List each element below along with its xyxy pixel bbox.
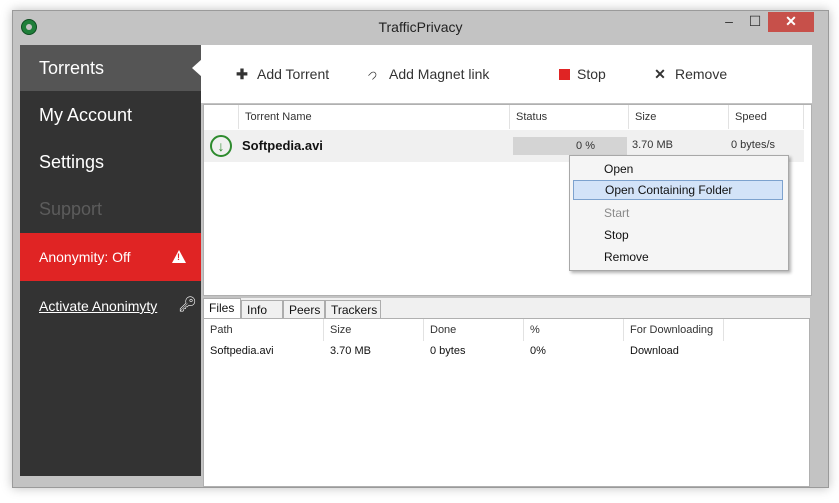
tab-peers[interactable]: Peers [283,300,325,318]
remove-button[interactable]: ✕ Remove [653,64,727,84]
torrent-name: Softpedia.avi [242,138,323,153]
column-header-for-downloading[interactable]: For Downloading [624,319,724,341]
details-panel: Files Info Peers Trackers Path Size Done… [203,298,810,487]
menu-item-open[interactable]: Open [573,159,783,179]
add-torrent-button[interactable]: ✚ Add Torrent [235,64,329,84]
torrent-speed: 0 bytes/s [731,139,776,151]
column-header-name[interactable]: Torrent Name [239,105,510,129]
column-header-file-size[interactable]: Size [324,319,424,341]
key-icon[interactable]: 🔑︎ [178,296,197,314]
magnet-icon: ∩ [364,64,384,84]
column-header-path[interactable]: Path [204,319,324,341]
sidebar-item-my-account[interactable]: My Account [20,92,201,138]
maximize-button[interactable]: ☐ [742,12,768,32]
column-header-done[interactable]: Done [424,319,524,341]
activate-anonymity-link[interactable]: Activate Anonimyty [39,298,157,314]
menu-item-remove[interactable]: Remove [573,247,783,267]
files-table[interactable]: Path Size Done % For Downloading Softped… [203,318,810,487]
details-tabs: Files Info Peers Trackers [203,298,810,318]
stop-label: Stop [577,66,606,82]
anonymity-status-banner[interactable]: Anonymity: Off [20,233,201,281]
context-menu: Open Open Containing Folder Start Stop R… [569,155,789,271]
window-title: TrafficPrivacy [378,19,463,35]
title-bar[interactable]: TrafficPrivacy – ☐ ✕ [13,11,828,45]
menu-item-stop[interactable]: Stop [573,225,783,245]
sidebar-item-torrents[interactable]: Torrents [20,45,202,91]
sidebar-item-label: Support [39,199,103,219]
close-button[interactable]: ✕ [768,12,814,32]
column-header-status[interactable]: Status [510,105,629,129]
sidebar: Torrents My Account Settings Support Ano… [20,45,202,476]
anonymity-label: Anonymity: Off [39,249,131,265]
menu-item-start[interactable]: Start [573,203,783,223]
sidebar-item-label: My Account [39,105,133,125]
column-header-size[interactable]: Size [629,105,729,129]
column-header-speed[interactable]: Speed [729,105,804,129]
torrent-size: 3.70 MB [632,139,673,151]
tab-info[interactable]: Info [241,300,283,318]
add-magnet-label: Add Magnet link [389,66,490,82]
stop-icon [559,69,570,80]
sidebar-item-label: Settings [39,152,105,172]
toolbar: ✚ Add Torrent ∩ Add Magnet link Stop ✕ Remo… [201,45,812,103]
warning-icon [172,250,186,263]
sidebar-item-support[interactable]: Support [20,186,201,232]
file-size: 3.70 MB [330,345,371,357]
x-icon: ✕ [654,66,666,82]
add-torrent-label: Add Torrent [257,66,330,82]
sidebar-item-label: Torrents [39,58,105,78]
remove-label: Remove [675,66,728,82]
tab-files[interactable]: Files [203,298,241,318]
file-percent: 0% [530,345,546,357]
progress-bar: 0 % [513,137,627,155]
tab-trackers[interactable]: Trackers [325,300,381,318]
file-done: 0 bytes [430,345,466,357]
plus-icon: ✚ [236,66,248,82]
column-header-icon[interactable] [204,105,239,129]
add-magnet-link-button[interactable]: ∩ Add Magnet link [365,64,490,84]
sidebar-item-settings[interactable]: Settings [20,139,201,185]
menu-item-open-containing-folder[interactable]: Open Containing Folder [573,180,783,200]
column-header-percent[interactable]: % [524,319,624,341]
minimize-button[interactable]: – [716,12,742,32]
download-arrow-icon: ↓ [210,135,232,157]
stop-button[interactable]: Stop [559,64,606,84]
file-path: Softpedia.avi [210,345,274,357]
file-download-mode: Download [630,345,679,357]
